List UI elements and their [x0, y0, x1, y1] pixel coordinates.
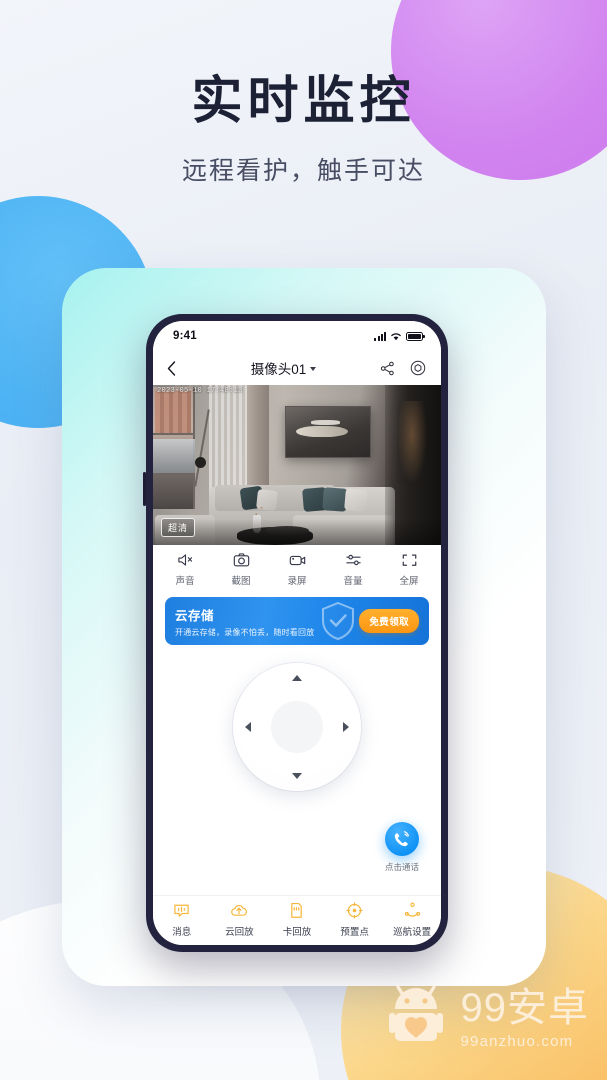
claim-free-button[interactable]: 免费领取	[359, 609, 419, 633]
scene-wall-artwork	[285, 406, 371, 458]
page-headline: 实时监控	[191, 72, 416, 129]
camera-name-dropdown[interactable]: 摄像头01	[189, 358, 378, 378]
android-robot-icon	[388, 983, 451, 1054]
arrow-right-icon[interactable]	[343, 722, 349, 732]
camera-icon	[233, 551, 250, 569]
tab-label: 预置点	[340, 927, 369, 938]
video-quality-badge[interactable]: 超清	[161, 518, 196, 537]
video-scene	[153, 385, 441, 545]
fullscreen-expand-icon	[401, 551, 418, 569]
hero-text-block: 实时监控 远程看护，触手可达	[0, 72, 607, 187]
tab-cloud-playback[interactable]: 云回放	[214, 901, 264, 938]
nav-actions	[378, 359, 427, 377]
target-icon	[346, 901, 363, 919]
talk-label: 点击通话	[384, 862, 419, 872]
control-screenshot[interactable]: 截图	[219, 551, 263, 587]
battery-full-icon	[406, 331, 425, 341]
control-quality[interactable]: 音量	[331, 551, 375, 587]
arrow-down-icon[interactable]	[292, 773, 302, 779]
control-record[interactable]: 录屏	[275, 551, 319, 587]
tab-label: 巡航设置	[393, 927, 432, 938]
cloud-upload-icon	[230, 901, 248, 919]
status-bar-time: 9:41	[173, 330, 197, 342]
video-timestamp: 2023-05-10 17:48:13	[157, 387, 243, 395]
control-label: 截图	[231, 576, 251, 587]
control-label: 录屏	[287, 576, 307, 587]
tab-label: 云回放	[225, 927, 254, 938]
back-button[interactable]	[167, 360, 189, 376]
tab-label: 消息	[172, 927, 192, 938]
bottom-tab-bar: 消息 云回放 卡回放 预置点 巡航设置	[153, 895, 441, 945]
speaker-mute-icon	[177, 551, 194, 569]
arrow-up-icon[interactable]	[292, 675, 302, 681]
chevron-down-icon	[310, 367, 317, 371]
cloud-storage-banner[interactable]: 云存储 开通云存储，录像不怕丢，随时看回放 免费领取	[165, 597, 429, 645]
cellular-signal-icon	[374, 331, 386, 341]
shield-check-icon	[317, 600, 359, 642]
cruise-icon	[404, 901, 421, 919]
control-label: 全屏	[399, 576, 419, 587]
phone-call-icon[interactable]	[384, 822, 419, 856]
control-label: 声音	[175, 576, 195, 587]
page-subheadline: 远程看护，触手可达	[181, 157, 425, 186]
tab-cruise-settings[interactable]: 巡航设置	[387, 901, 437, 938]
video-controls-bar: 声音 截图 录屏 音量 全屏	[153, 545, 441, 593]
wifi-icon	[390, 332, 402, 341]
watermark-url: 99anzhuo.com	[460, 1033, 574, 1050]
scene-lamp-head	[195, 457, 206, 468]
scene-plant	[249, 503, 267, 519]
settings-hexagon-icon[interactable]	[409, 359, 427, 377]
phone-side-button	[143, 472, 146, 506]
ptz-control-area: 点击通话	[153, 645, 441, 895]
status-bar: 9:41	[153, 321, 441, 351]
scene-window-frame-lower	[153, 473, 195, 475]
banner-text: 云存储 开通云存储，录像不怕丢，随时看回放	[175, 605, 314, 638]
share-icon[interactable]	[378, 359, 396, 377]
joystick-center-button[interactable]	[271, 701, 323, 753]
sd-card-icon	[289, 901, 304, 919]
banner-subtitle: 开通云存储，录像不怕丢，随时看回放	[175, 627, 315, 637]
tab-card-playback[interactable]: 卡回放	[272, 901, 322, 938]
scene-window-frame	[153, 433, 195, 435]
control-sound[interactable]: 声音	[163, 551, 207, 587]
status-bar-indicators	[374, 331, 425, 341]
tab-label: 卡回放	[282, 927, 312, 938]
banner-title: 云存储	[175, 608, 215, 623]
control-fullscreen[interactable]: 全屏	[387, 551, 431, 587]
app-nav-bar: 摄像头01	[153, 351, 441, 385]
arrow-left-icon[interactable]	[245, 722, 251, 732]
camera-name-label: 摄像头01	[250, 362, 307, 377]
video-bottom-gradient	[153, 519, 441, 545]
ptz-joystick[interactable]	[233, 663, 361, 791]
video-record-icon	[289, 551, 306, 569]
watermark-title: 99安卓	[460, 986, 589, 1030]
control-label: 音量	[343, 576, 363, 587]
scene-pillow	[344, 488, 368, 512]
tab-messages[interactable]: 消息	[157, 901, 207, 938]
site-watermark: 99安卓 99anzhuo.com	[388, 983, 590, 1054]
talk-control: 点击通话	[384, 822, 419, 873]
live-video-feed[interactable]: 2023-05-10 17:48:13 超清	[153, 385, 441, 545]
phone-mockup: 9:41 摄像头01 2023-05-10 17:48:13 超清 声音 截图 …	[143, 314, 448, 952]
message-icon	[173, 901, 190, 919]
phone-screen: 9:41 摄像头01 2023-05-10 17:48:13 超清 声音 截图 …	[153, 321, 441, 945]
tab-preset[interactable]: 预置点	[330, 901, 380, 938]
sliders-icon	[345, 551, 362, 569]
promo-banner-wrap: 云存储 开通云存储，录像不怕丢，随时看回放 免费领取	[153, 593, 441, 645]
watermark-text: 99安卓 99anzhuo.com	[461, 988, 590, 1049]
scene-window	[153, 387, 195, 509]
